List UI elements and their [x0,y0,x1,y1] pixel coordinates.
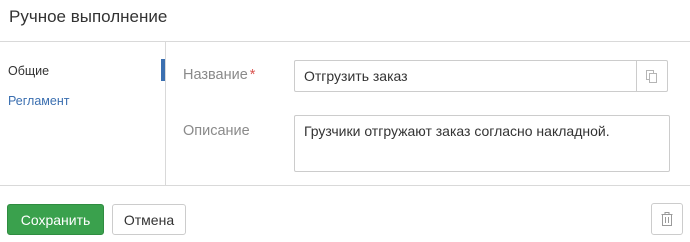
required-mark: * [249,67,256,83]
copy-button[interactable] [636,61,667,91]
name-field [294,60,668,92]
dialog-body: Общие Регламент Название* Описание Грузч… [0,42,690,186]
sidebar-item-schedule[interactable]: Регламент [8,93,69,109]
side-navigation: Общие Регламент [0,42,166,186]
dialog-footer: Сохранить Отмена [0,187,690,242]
save-button[interactable]: Сохранить [7,204,104,235]
trash-icon [661,212,673,226]
active-tab-indicator [161,59,165,81]
sidebar-item-general[interactable]: Общие [8,63,49,79]
description-textarea[interactable]: Грузчики отгружают заказ согласно наклад… [295,116,669,171]
general-form: Название* Описание Грузчики отгружают за… [166,42,690,186]
name-input[interactable] [295,61,637,91]
cancel-button[interactable]: Отмена [112,204,186,235]
name-label-text: Название [183,67,248,83]
dialog-header: Ручное выполнение [0,0,690,42]
description-label: Описание [183,123,250,139]
delete-button[interactable] [651,203,683,235]
manual-execution-dialog: Ручное выполнение Общие Регламент Назван… [0,0,690,242]
description-field: Грузчики отгружают заказ согласно наклад… [294,115,670,172]
copy-icon [646,69,657,83]
name-label: Название * [183,66,255,84]
dialog-title: Ручное выполнение [9,7,168,26]
